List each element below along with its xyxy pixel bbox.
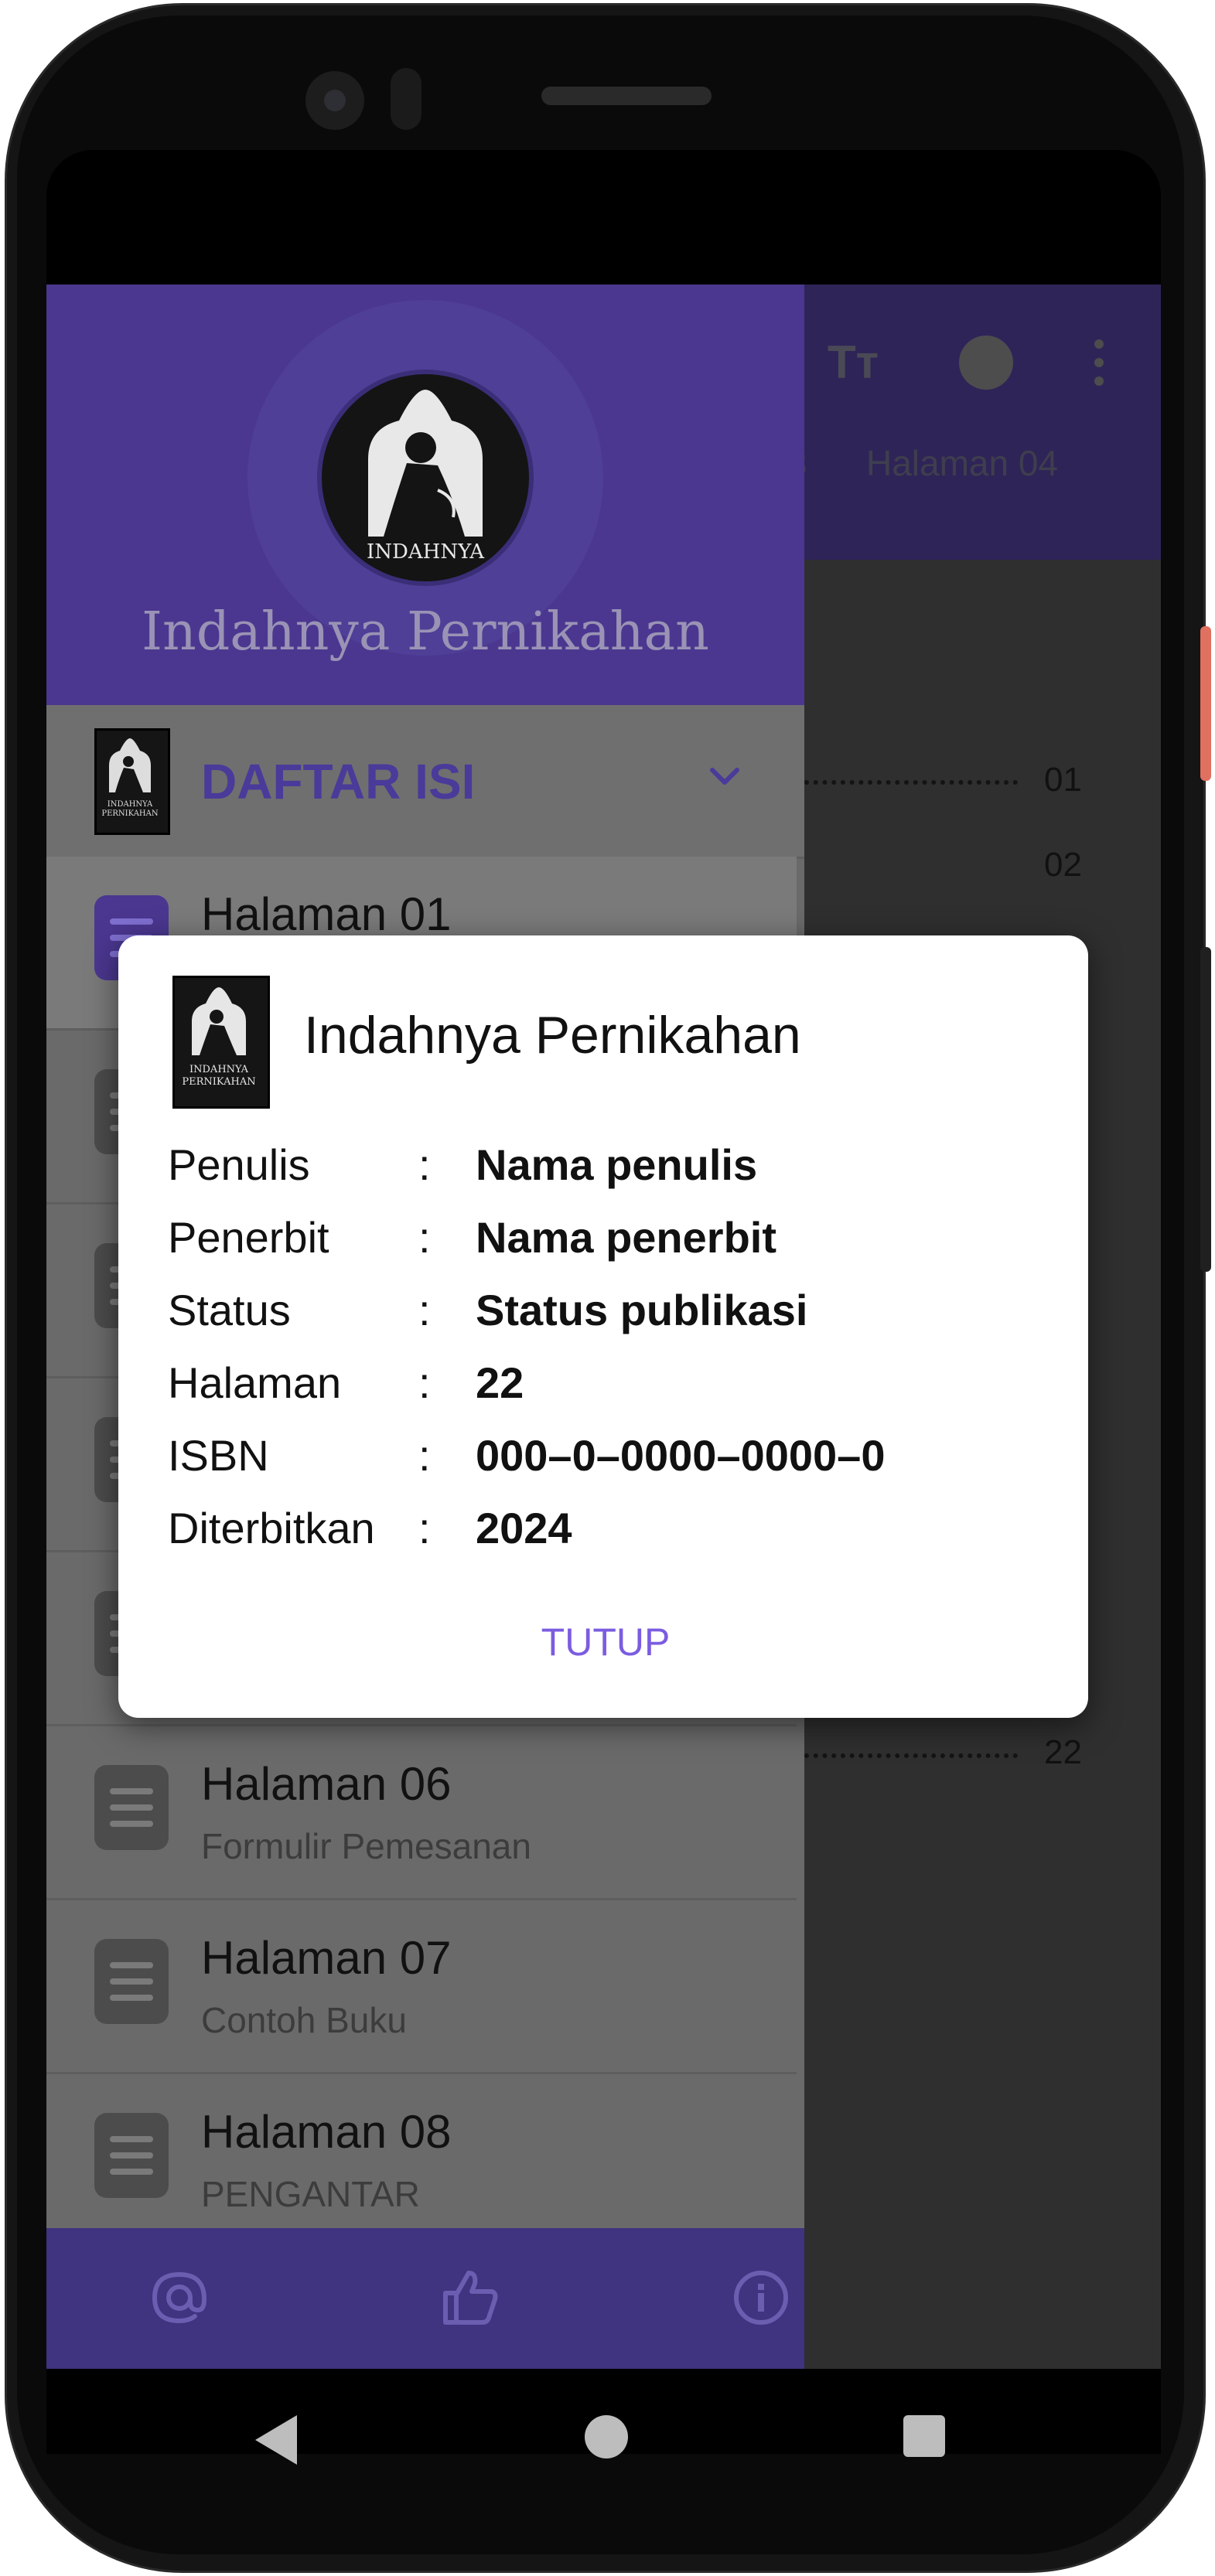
svg-text:INDAHNYA: INDAHNYA	[367, 540, 485, 564]
info-row-status: Status : Status publikasi	[168, 1285, 1034, 1354]
item-title: Halaman 07	[201, 1932, 452, 1984]
section-label: DAFTAR ISI	[201, 754, 476, 809]
info-label: Diterbitkan	[168, 1504, 375, 1552]
recent-apps-icon[interactable]	[903, 2415, 945, 2457]
info-row-penulis: Penulis : Nama penulis	[168, 1140, 1034, 1209]
tab-halaman-04[interactable]: Halaman 04	[866, 442, 1058, 484]
toc-leader	[804, 780, 1018, 785]
document-icon	[94, 2113, 169, 2198]
book-cover-image: INDAHNYA PERNIKAHAN	[172, 976, 270, 1109]
book-cover-icon: INDAHNYA PERNIKAHAN	[94, 728, 170, 835]
toc-page-number: 02	[1044, 846, 1082, 884]
info-colon: :	[418, 1140, 431, 1189]
daftar-isi-header[interactable]: INDAHNYA PERNIKAHAN DAFTAR ISI	[46, 705, 804, 859]
item-subtitle: Formulir Pemesanan	[201, 1826, 531, 1866]
info-value: Nama penerbit	[476, 1213, 776, 1262]
info-colon: :	[418, 1358, 431, 1407]
info-label: Penerbit	[168, 1213, 329, 1262]
info-row-penerbit: Penerbit : Nama penerbit	[168, 1212, 1034, 1282]
front-camera	[305, 71, 364, 130]
drawer-bottom-bar	[46, 2228, 804, 2369]
info-value: Nama penulis	[476, 1140, 758, 1189]
item-subtitle: Contoh Buku	[201, 2000, 407, 2040]
status-bar	[46, 150, 1161, 285]
drawer-title: Indahnya Pernikahan	[142, 601, 709, 663]
volume-button	[1200, 947, 1211, 1272]
toc-leader	[804, 1753, 1018, 1758]
item-title: Halaman 06	[201, 1758, 452, 1810]
document-icon	[94, 1939, 169, 2024]
power-button	[1200, 626, 1211, 781]
info-label: Status	[168, 1286, 291, 1334]
info-row-diterbitkan: Diterbitkan : 2024	[168, 1503, 1034, 1573]
info-value: Status publikasi	[476, 1286, 808, 1334]
svg-text:PERNIKAHAN: PERNIKAHAN	[101, 809, 158, 818]
info-label: ISBN	[168, 1431, 269, 1480]
toc-page-number: 01	[1044, 761, 1082, 799]
item-title: Halaman 08	[201, 2106, 452, 2158]
toc-page-number: 22	[1044, 1733, 1082, 1771]
svg-text:INDAHNYA: INDAHNYA	[189, 1064, 249, 1075]
dialog-title: Indahnya Pernikahan	[304, 1006, 801, 1065]
document-icon	[94, 1765, 169, 1850]
drawer-header: INDAHNYA Indahnya Pernikahan	[46, 285, 804, 705]
text-size-icon[interactable]: Tт	[828, 336, 879, 389]
svg-text:PERNIKAHAN: PERNIKAHAN	[182, 1076, 255, 1088]
home-icon[interactable]	[585, 2415, 628, 2458]
more-vert-icon[interactable]	[1094, 339, 1105, 394]
theme-circle-icon[interactable]	[959, 336, 1013, 390]
info-label: Halaman	[168, 1358, 342, 1407]
list-item[interactable]: Halaman 08 PENGANTAR	[46, 2074, 797, 2246]
info-colon: :	[418, 1286, 431, 1334]
thumbs-up-icon[interactable]	[439, 2267, 501, 2329]
info-row-isbn: ISBN : 000–0–0000–0000–0	[168, 1430, 1034, 1500]
proximity-sensor	[391, 68, 421, 130]
info-value: 2024	[476, 1504, 572, 1552]
svg-text:INDAHNYA: INDAHNYA	[108, 800, 153, 809]
book-info-dialog: INDAHNYA PERNIKAHAN Indahnya Pernikahan …	[118, 935, 1088, 1718]
chevron-down-icon[interactable]	[708, 759, 742, 793]
info-colon: :	[418, 1504, 431, 1552]
info-value: 000–0–0000–0000–0	[476, 1431, 886, 1480]
info-label: Penulis	[168, 1140, 310, 1189]
info-colon: :	[418, 1431, 431, 1480]
info-icon[interactable]	[730, 2267, 792, 2329]
list-item[interactable]: Halaman 07 Contoh Buku	[46, 1900, 797, 2074]
info-value: 22	[476, 1358, 524, 1407]
list-item[interactable]: Halaman 06 Formulir Pemesanan	[46, 1726, 797, 1900]
info-colon: :	[418, 1213, 431, 1262]
item-title: Halaman 01	[201, 888, 452, 940]
close-dialog-button[interactable]: TUTUP	[490, 1603, 722, 1681]
info-row-halaman: Halaman : 22	[168, 1358, 1034, 1427]
item-subtitle: PENGANTAR	[201, 2174, 420, 2214]
app-logo: INDAHNYA	[317, 370, 534, 586]
at-sign-icon[interactable]	[148, 2267, 210, 2329]
earpiece-speaker	[541, 87, 712, 105]
back-icon[interactable]	[255, 2415, 297, 2465]
